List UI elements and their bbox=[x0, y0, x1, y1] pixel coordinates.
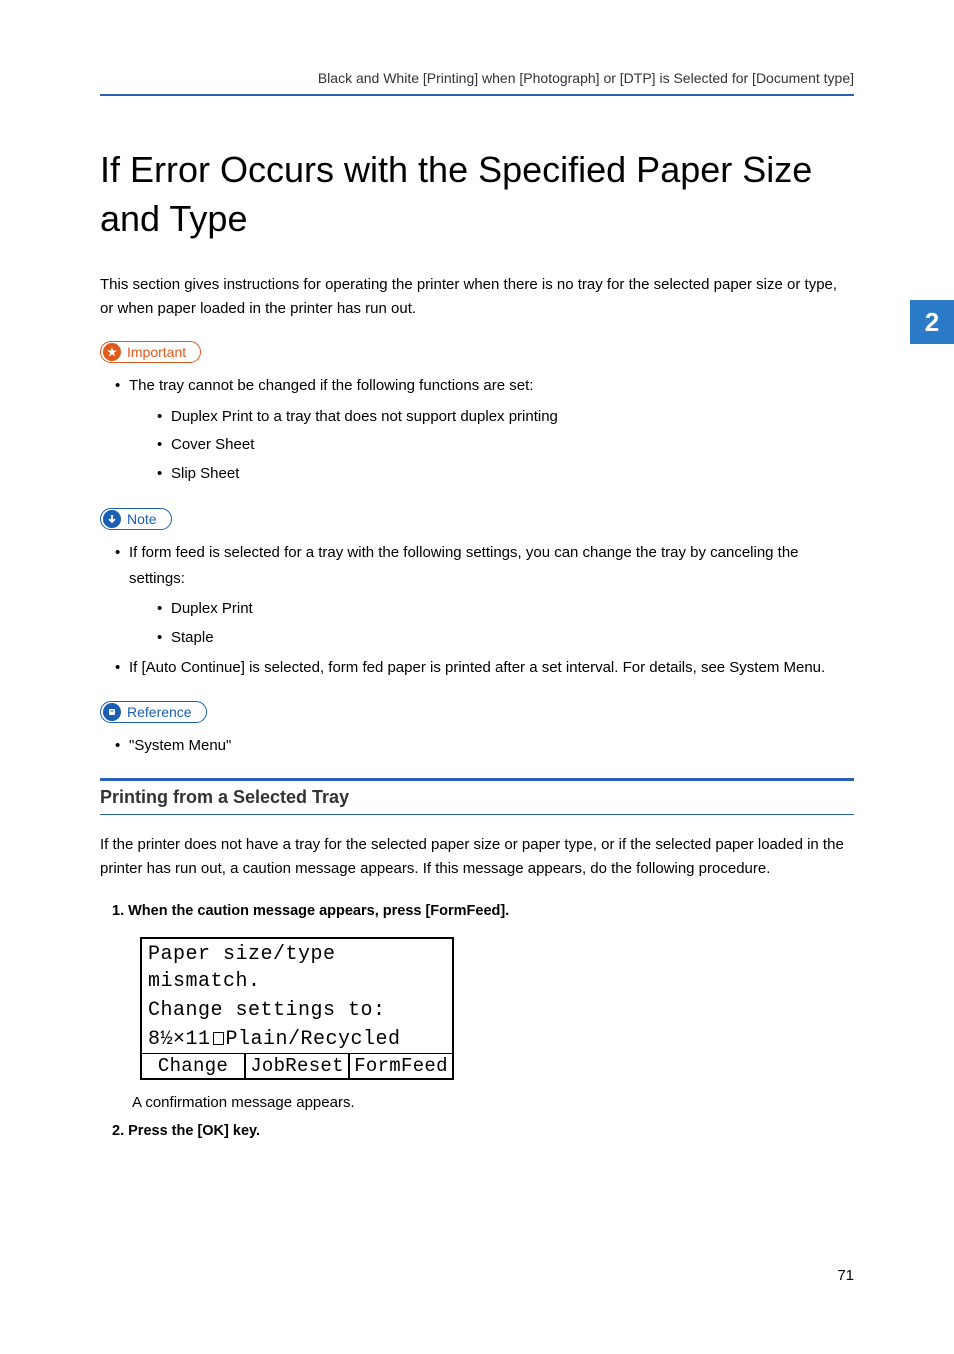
list-item: Cover Sheet bbox=[157, 431, 854, 460]
paper-orientation-icon bbox=[213, 1032, 224, 1045]
section-heading: Printing from a Selected Tray bbox=[100, 778, 854, 815]
note-list: If form feed is selected for a tray with… bbox=[100, 540, 854, 681]
lcd-paper-type: Plain/Recycled bbox=[226, 1028, 401, 1051]
step-text: Press the [OK] key. bbox=[128, 1123, 260, 1139]
chapter-tab: 2 bbox=[910, 300, 954, 344]
step-number: 1. bbox=[112, 903, 124, 919]
important-callout-label: Important bbox=[100, 341, 201, 363]
note-callout-label: Note bbox=[100, 508, 172, 530]
important-list: The tray cannot be changed if the follow… bbox=[100, 373, 854, 488]
lcd-paper-size: 8½×11 bbox=[148, 1028, 211, 1051]
step-title: 2. Press the [OK] key. bbox=[112, 1121, 854, 1143]
section-intro: If the printer does not have a tray for … bbox=[100, 833, 854, 881]
important-label-text: Important bbox=[127, 344, 186, 360]
step-item: 1. When the caution message appears, pre… bbox=[112, 901, 854, 1111]
intro-paragraph: This section gives instructions for oper… bbox=[100, 273, 854, 321]
lcd-button-row: Change JobReset FormFeed bbox=[142, 1053, 452, 1078]
lcd-panel: Paper size/type mismatch. Change setting… bbox=[140, 937, 454, 1080]
list-item: If form feed is selected for a tray with… bbox=[115, 540, 854, 652]
list-item-text: The tray cannot be changed if the follow… bbox=[129, 377, 533, 394]
lcd-line: Change settings to: bbox=[142, 995, 452, 1024]
list-item: Duplex Print bbox=[157, 595, 854, 624]
reference-list: "System Menu" bbox=[100, 733, 854, 759]
breadcrumb: Black and White [Printing] when [Photogr… bbox=[100, 70, 854, 96]
step-list: 1. When the caution message appears, pre… bbox=[100, 901, 854, 1143]
sub-list: Duplex Print Staple bbox=[129, 595, 854, 652]
down-arrow-icon bbox=[103, 510, 121, 528]
list-item: If [Auto Continue] is selected, form fed… bbox=[115, 655, 854, 681]
note-label-text: Note bbox=[127, 511, 157, 527]
lcd-line: 8½×11 Plain/Recycled bbox=[142, 1024, 452, 1053]
list-item: The tray cannot be changed if the follow… bbox=[115, 373, 854, 488]
star-icon bbox=[103, 343, 121, 361]
lcd-change-button[interactable]: Change bbox=[142, 1054, 244, 1078]
step-title: 1. When the caution message appears, pre… bbox=[112, 901, 854, 923]
list-item-text: If form feed is selected for a tray with… bbox=[129, 544, 799, 587]
list-item: Duplex Print to a tray that does not sup… bbox=[157, 403, 854, 432]
step-result: A confirmation message appears. bbox=[112, 1094, 854, 1111]
list-item: "System Menu" bbox=[115, 733, 854, 759]
page-title: If Error Occurs with the Specified Paper… bbox=[100, 146, 854, 243]
reference-icon bbox=[103, 703, 121, 721]
reference-callout-label: Reference bbox=[100, 701, 207, 723]
lcd-line: Paper size/type mismatch. bbox=[142, 939, 452, 995]
lcd-formfeed-button[interactable]: FormFeed bbox=[348, 1054, 452, 1078]
reference-label-text: Reference bbox=[127, 704, 192, 720]
page-number: 71 bbox=[837, 1267, 854, 1284]
step-text: When the caution message appears, press … bbox=[128, 903, 509, 919]
list-item: Staple bbox=[157, 624, 854, 653]
sub-list: Duplex Print to a tray that does not sup… bbox=[129, 403, 854, 489]
step-number: 2. bbox=[112, 1123, 124, 1139]
page-content: Black and White [Printing] when [Photogr… bbox=[0, 0, 954, 1197]
step-item: 2. Press the [OK] key. bbox=[112, 1121, 854, 1143]
list-item: Slip Sheet bbox=[157, 460, 854, 489]
lcd-jobreset-button[interactable]: JobReset bbox=[244, 1054, 348, 1078]
